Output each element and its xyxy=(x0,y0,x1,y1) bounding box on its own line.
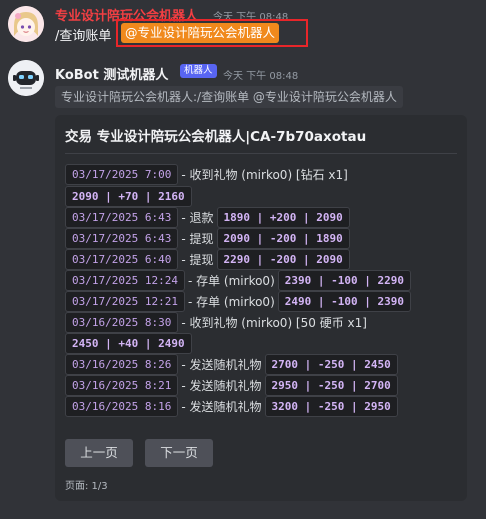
transaction-description: - 提现 xyxy=(181,252,214,267)
prev-page-button[interactable]: 上一页 xyxy=(65,439,133,467)
user-command-message: 专业设计陪玩公会机器人 今天 下午 08:48 /查询账单 @专业设计陪玩公会机… xyxy=(0,0,486,55)
transaction-date: 03/17/2025 12:21 xyxy=(65,290,185,312)
bot-author[interactable]: KoBot 测试机器人 xyxy=(55,64,168,83)
slash-command-text: /查询账单 xyxy=(55,29,112,44)
transaction-row: 03/17/2025 7:00 - 收到礼物 (mirko0) [钻石 x1] xyxy=(65,163,351,185)
user-avatar[interactable] xyxy=(8,6,44,42)
transaction-description: - 发送随机礼物 xyxy=(181,378,262,393)
embed-title: 交易 专业设计陪玩公会机器人|CA-7b70axotau xyxy=(65,129,367,145)
transaction-row: 03/17/2025 12:24 - 存单 (mirko0) 2390 | -1… xyxy=(65,269,411,291)
bot-badge: 机器人 xyxy=(180,64,217,78)
transaction-balance-row: 2450 | +40 | 2490 xyxy=(65,332,192,354)
transaction-date: 03/16/2025 8:26 xyxy=(65,353,179,375)
transaction-description: - 收到礼物 (mirko0) [50 硬币 x1] xyxy=(181,315,367,330)
page-indicator: 页面: 1/3 xyxy=(65,481,108,492)
transaction-description: - 发送随机礼物 xyxy=(181,399,262,414)
bot-avatar[interactable] xyxy=(8,60,44,96)
transaction-date: 03/16/2025 8:16 xyxy=(65,395,179,417)
transaction-balance: 2090 | +70 | 2160 xyxy=(65,185,192,207)
transaction-balance: 3200 | -250 | 2950 xyxy=(264,395,398,417)
bot-mention[interactable]: @专业设计陪玩公会机器人 xyxy=(121,23,280,43)
transaction-balance: 2950 | -250 | 2700 xyxy=(264,374,398,396)
transaction-date: 03/16/2025 8:30 xyxy=(65,311,179,333)
transaction-date: 03/17/2025 12:24 xyxy=(65,269,185,291)
transaction-balance-row: 2090 | +70 | 2160 xyxy=(65,185,192,207)
embed-divider xyxy=(65,153,457,154)
transaction-row: 03/17/2025 6:43 - 提现 2090 | -200 | 1890 xyxy=(65,227,350,249)
transaction-row: 03/16/2025 8:16 - 发送随机礼物 3200 | -250 | 2… xyxy=(65,395,398,417)
transaction-balance: 2700 | -250 | 2450 xyxy=(264,353,398,375)
robot-avatar-icon xyxy=(8,60,44,96)
transaction-row: 03/16/2025 8:26 - 发送随机礼物 2700 | -250 | 2… xyxy=(65,353,398,375)
transaction-row: 03/17/2025 12:21 - 存单 (mirko0) 2490 | -1… xyxy=(65,290,411,312)
transaction-date: 03/16/2025 8:21 xyxy=(65,374,179,396)
transaction-row: 03/16/2025 8:30 - 收到礼物 (mirko0) [50 硬币 x… xyxy=(65,311,370,333)
anime-girl-avatar-icon xyxy=(8,6,44,42)
transaction-balance: 2490 | -100 | 2390 xyxy=(277,290,411,312)
reply-context[interactable]: 专业设计陪玩公会机器人:/查询账单 @专业设计陪玩公会机器人 xyxy=(55,86,403,108)
next-page-button[interactable]: 下一页 xyxy=(145,439,213,467)
transaction-description: - 发送随机礼物 xyxy=(181,357,262,372)
transaction-row: 03/17/2025 6:40 - 提现 2290 | -200 | 2090 xyxy=(65,248,350,270)
transaction-date: 03/17/2025 6:43 xyxy=(65,227,179,249)
transaction-date: 03/17/2025 6:43 xyxy=(65,206,179,228)
transaction-description: - 提现 xyxy=(181,231,214,246)
transaction-row: 03/17/2025 6:43 - 退款 1890 | +200 | 2090 xyxy=(65,206,350,228)
transaction-description: - 存单 (mirko0) xyxy=(187,273,275,288)
transaction-balance: 2390 | -100 | 2290 xyxy=(277,269,411,291)
transaction-embed: 交易 专业设计陪玩公会机器人|CA-7b70axotau 03/17/2025 … xyxy=(55,115,467,501)
transaction-description: - 收到礼物 (mirko0) [钻石 x1] xyxy=(181,167,348,182)
message-timestamp: 今天 下午 08:48 xyxy=(223,71,299,82)
transaction-description: - 退款 xyxy=(181,210,214,225)
transaction-date: 03/17/2025 7:00 xyxy=(65,163,179,185)
transaction-balance: 2090 | -200 | 1890 xyxy=(216,227,350,249)
transaction-description: - 存单 (mirko0) xyxy=(187,294,275,309)
transaction-balance: 1890 | +200 | 2090 xyxy=(216,206,350,228)
transaction-row: 03/16/2025 8:21 - 发送随机礼物 2950 | -250 | 2… xyxy=(65,374,398,396)
transaction-balance: 2290 | -200 | 2090 xyxy=(216,248,350,270)
transaction-balance: 2450 | +40 | 2490 xyxy=(65,332,192,354)
transaction-date: 03/17/2025 6:40 xyxy=(65,248,179,270)
